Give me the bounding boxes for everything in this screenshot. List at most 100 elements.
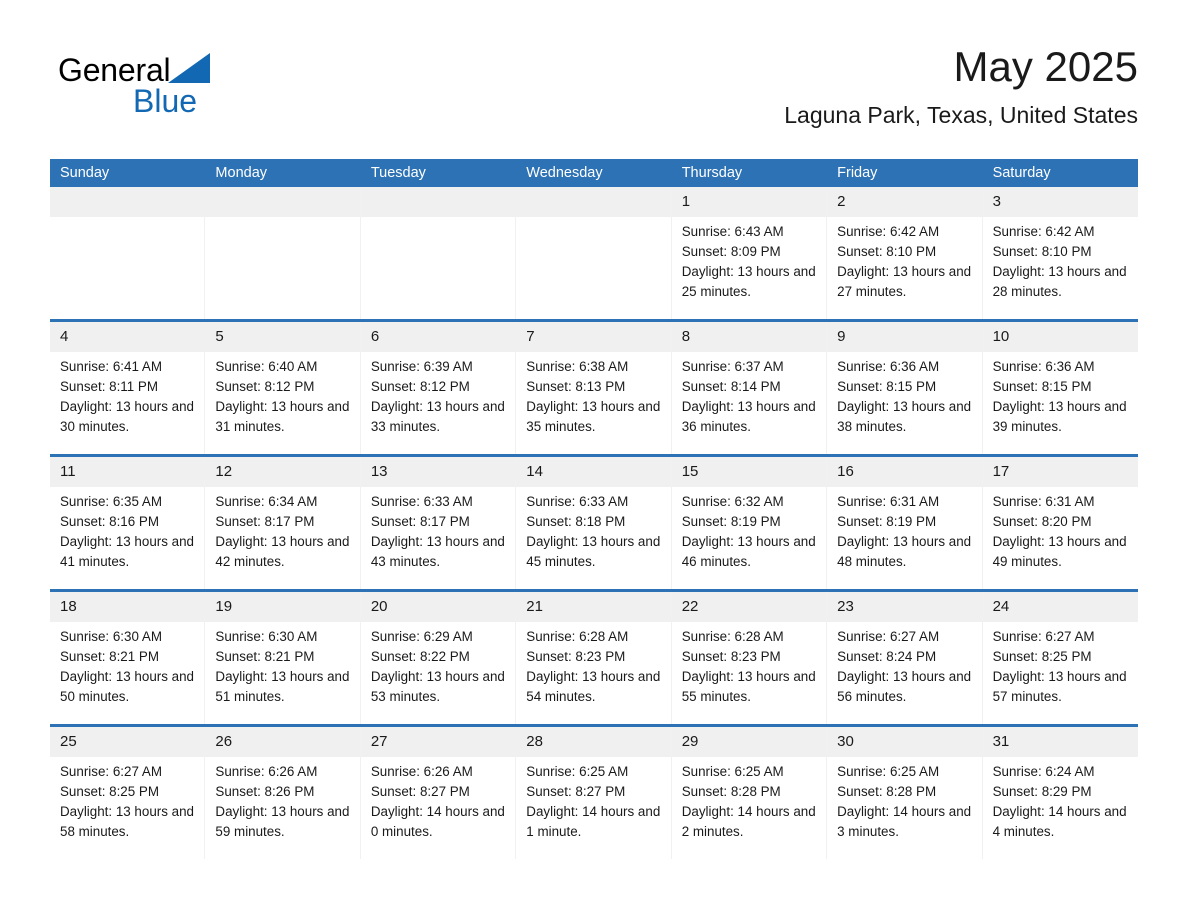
calendar-day-cell[interactable]: 2 Sunrise: 6:42 AM Sunset: 8:10 PM Daylight… [827, 187, 983, 319]
generalblue-logo[interactable]: General Blue [58, 52, 258, 122]
day-details: Sunrise: 6:27 AM Sunset: 8:25 PM Daylight:… [50, 757, 204, 842]
calendar-day-cell[interactable]: 8 Sunrise: 6:37 AM Sunset: 8:14 PM Daylight… [671, 322, 828, 454]
calendar-day-cell[interactable]: 31 Sunrise: 6:24 AM Sunset: 8:29 PM Dayligh… [982, 727, 1138, 859]
weekday-header-saturday: Saturday [992, 165, 1051, 181]
calendar-day-cell[interactable]: 6 Sunrise: 6:39 AM Sunset: 8:12 PM Daylight… [360, 322, 517, 454]
sunrise-text: Sunrise: 6:42 AM [837, 224, 940, 239]
daylight-text: Daylight: 13 hours and 30 minutes. [60, 399, 194, 434]
daylight-text: Daylight: 13 hours and 45 minutes. [526, 534, 661, 569]
calendar-day-cell[interactable]: 9 Sunrise: 6:36 AM Sunset: 8:15 PM Daylight… [827, 322, 983, 454]
calendar-day-cell[interactable]: 10 Sunrise: 6:36 AM Sunset: 8:15 PM Dayligh… [982, 322, 1138, 454]
sunrise-text: Sunrise: 6:35 AM [60, 494, 162, 509]
calendar-day-cell[interactable]: 26 Sunrise: 6:26 AM Sunset: 8:26 PM Dayligh… [205, 727, 361, 859]
daylight-text: Daylight: 14 hours and 4 minutes. [992, 804, 1127, 839]
day-details: Sunrise: 6:28 AM Sunset: 8:23 PM Daylight:… [672, 622, 826, 707]
daylight-text: Daylight: 13 hours and 41 minutes. [60, 534, 194, 569]
sunset-text: Sunset: 8:22 PM [370, 649, 470, 664]
calendar-day-cell[interactable]: 13 Sunrise: 6:33 AM Sunset: 8:17 PM Dayligh… [360, 457, 517, 589]
calendar-day-cell[interactable]: 27 Sunrise: 6:26 AM Sunset: 8:27 PM Dayligh… [360, 727, 517, 859]
sunrise-text: Sunrise: 6:25 AM [681, 764, 784, 779]
calendar-weeks: 1 Sunrise: 6:43 AM Sunset: 8:09 PM Daylight… [50, 187, 1138, 859]
sunset-text: Sunset: 8:15 PM [992, 379, 1092, 394]
calendar-day-cell[interactable]: 5 Sunrise: 6:40 AM Sunset: 8:12 PM Daylight… [205, 322, 361, 454]
daylight-text: Daylight: 13 hours and 46 minutes. [681, 534, 816, 569]
page-header: General Blue May 2025 Laguna Park, Texas… [50, 40, 1138, 150]
sunrise-text: Sunrise: 6:25 AM [526, 764, 629, 779]
logo-text-blue: Blue [133, 83, 198, 119]
sunrise-text: Sunrise: 6:38 AM [526, 359, 629, 374]
day-number: 2 [827, 187, 982, 217]
sunset-text: Sunset: 8:27 PM [370, 784, 470, 799]
calendar-day-cell[interactable]: 4 Sunrise: 6:41 AM Sunset: 8:11 PM Daylight… [50, 322, 206, 454]
calendar-week-row: 25 Sunrise: 6:27 AM Sunset: 8:25 PM Dayligh… [50, 724, 1138, 859]
sunset-text: Sunset: 8:12 PM [370, 379, 470, 394]
sunset-text: Sunset: 8:10 PM [992, 244, 1092, 259]
day-number: 30 [827, 727, 982, 757]
calendar-week-row: 4 Sunrise: 6:41 AM Sunset: 8:11 PM Daylight… [50, 319, 1138, 454]
calendar-day-cell[interactable]: 12 Sunrise: 6:34 AM Sunset: 8:17 PM Dayligh… [205, 457, 361, 589]
calendar-day-cell[interactable]: 15 Sunrise: 6:32 AM Sunset: 8:19 PM Dayligh… [671, 457, 828, 589]
calendar-day-cell[interactable]: 11 Sunrise: 6:35 AM Sunset: 8:16 PM Dayligh… [50, 457, 206, 589]
calendar-day-cell[interactable]: 19 Sunrise: 6:30 AM Sunset: 8:21 PM Dayligh… [205, 592, 361, 724]
calendar-day-cell[interactable]: 21 Sunrise: 6:28 AM Sunset: 8:23 PM Dayligh… [516, 592, 672, 724]
day-details: Sunrise: 6:25 AM Sunset: 8:28 PM Daylight:… [827, 757, 981, 842]
day-details: Sunrise: 6:32 AM Sunset: 8:19 PM Daylight:… [672, 487, 826, 572]
sunrise-text: Sunrise: 6:30 AM [215, 629, 318, 644]
sunrise-text: Sunrise: 6:31 AM [837, 494, 940, 509]
calendar-day-cell-empty [205, 187, 361, 319]
calendar-day-cell[interactable]: 29 Sunrise: 6:25 AM Sunset: 8:28 PM Dayligh… [671, 727, 828, 859]
calendar-page: General Blue May 2025 Laguna Park, Texas… [0, 0, 1188, 918]
calendar-day-cell[interactable]: 24 Sunrise: 6:27 AM Sunset: 8:25 PM Dayligh… [982, 592, 1138, 724]
calendar-day-cell[interactable]: 20 Sunrise: 6:29 AM Sunset: 8:22 PM Dayligh… [360, 592, 517, 724]
calendar-day-cell[interactable]: 14 Sunrise: 6:33 AM Sunset: 8:18 PM Dayligh… [516, 457, 672, 589]
calendar-week-row: 11 Sunrise: 6:35 AM Sunset: 8:16 PM Dayligh… [50, 454, 1138, 589]
sunrise-text: Sunrise: 6:28 AM [526, 629, 629, 644]
weekday-header-sunday: Sunday [60, 165, 110, 181]
sunset-text: Sunset: 8:11 PM [60, 379, 159, 394]
day-details: Sunrise: 6:26 AM Sunset: 8:26 PM Daylight:… [205, 757, 359, 842]
day-number: 23 [827, 592, 982, 622]
calendar-day-cell[interactable]: 28 Sunrise: 6:25 AM Sunset: 8:27 PM Dayligh… [516, 727, 672, 859]
calendar-day-cell[interactable]: 7 Sunrise: 6:38 AM Sunset: 8:13 PM Daylight… [516, 322, 672, 454]
sunset-text: Sunset: 8:21 PM [215, 649, 315, 664]
day-number: 14 [516, 457, 671, 487]
logo-text-general: General [58, 52, 171, 88]
calendar-day-cell[interactable]: 23 Sunrise: 6:27 AM Sunset: 8:24 PM Dayligh… [827, 592, 983, 724]
calendar-day-cell[interactable]: 22 Sunrise: 6:28 AM Sunset: 8:23 PM Dayligh… [671, 592, 828, 724]
day-details: Sunrise: 6:27 AM Sunset: 8:25 PM Daylight:… [983, 622, 1138, 707]
calendar-day-cell[interactable]: 16 Sunrise: 6:31 AM Sunset: 8:19 PM Dayligh… [827, 457, 983, 589]
day-number: 31 [982, 727, 1138, 757]
calendar-day-cell[interactable]: 3 Sunrise: 6:42 AM Sunset: 8:10 PM Daylight… [982, 187, 1138, 319]
day-details: Sunrise: 6:41 AM Sunset: 8:11 PM Daylight:… [50, 352, 204, 437]
day-number: 26 [205, 727, 360, 757]
sunset-text: Sunset: 8:21 PM [60, 649, 159, 664]
weekday-header-monday: Monday [215, 165, 268, 181]
calendar-day-cell[interactable]: 25 Sunrise: 6:27 AM Sunset: 8:25 PM Dayligh… [50, 727, 206, 859]
daylight-text: Daylight: 13 hours and 50 minutes. [60, 669, 194, 704]
sunset-text: Sunset: 8:28 PM [681, 784, 781, 799]
sunset-text: Sunset: 8:12 PM [215, 379, 315, 394]
sunrise-text: Sunrise: 6:40 AM [215, 359, 318, 374]
day-number: 3 [982, 187, 1138, 217]
day-details: Sunrise: 6:25 AM Sunset: 8:28 PM Daylight:… [672, 757, 826, 842]
day-details [361, 217, 515, 222]
sunrise-text: Sunrise: 6:36 AM [992, 359, 1095, 374]
location-subtitle: Laguna Park, Texas, United States [784, 102, 1138, 128]
calendar-day-cell[interactable]: 1 Sunrise: 6:43 AM Sunset: 8:09 PM Daylight… [671, 187, 828, 319]
calendar-day-cell[interactable]: 17 Sunrise: 6:31 AM Sunset: 8:20 PM Dayligh… [982, 457, 1138, 589]
calendar-week-row: 1 Sunrise: 6:43 AM Sunset: 8:09 PM Daylight… [50, 187, 1138, 319]
calendar-day-cell[interactable]: 30 Sunrise: 6:25 AM Sunset: 8:28 PM Dayligh… [827, 727, 983, 859]
daylight-text: Daylight: 14 hours and 3 minutes. [837, 804, 972, 839]
sunrise-text: Sunrise: 6:26 AM [370, 764, 473, 779]
sunrise-text: Sunrise: 6:29 AM [370, 629, 473, 644]
daylight-text: Daylight: 13 hours and 33 minutes. [370, 399, 505, 434]
calendar-day-cell[interactable]: 18 Sunrise: 6:30 AM Sunset: 8:21 PM Dayligh… [50, 592, 206, 724]
weekday-header-friday: Friday [837, 165, 878, 181]
day-details: Sunrise: 6:36 AM Sunset: 8:15 PM Daylight:… [983, 352, 1138, 437]
sunset-text: Sunset: 8:23 PM [681, 649, 781, 664]
day-number: 8 [671, 322, 827, 352]
weekday-header-tuesday: Tuesday [370, 165, 426, 181]
day-number: 5 [205, 322, 360, 352]
calendar-day-cell-empty [360, 187, 517, 319]
daylight-text: Daylight: 13 hours and 42 minutes. [215, 534, 350, 569]
